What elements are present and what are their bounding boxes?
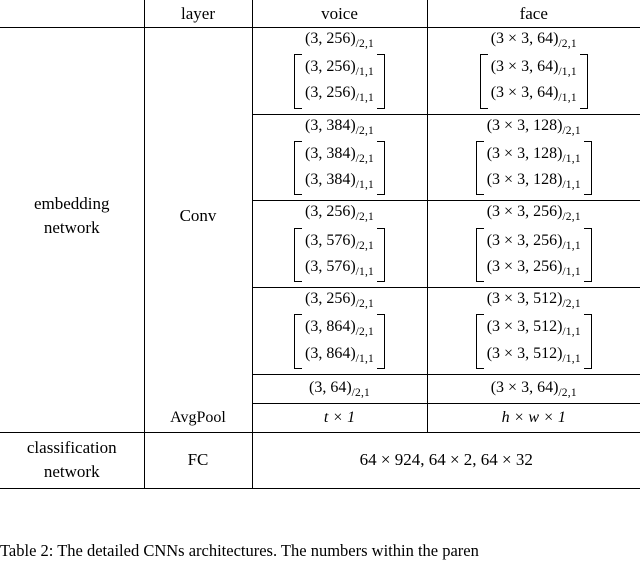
- conv-block-3-face: (3 × 3, 256)/2,1 (3 × 3, 256)/1,1 (3 × 3…: [426, 200, 640, 289]
- conv-block-1-voice-head: (3, 256)/2,1: [304, 30, 375, 51]
- table-row-avgpool: AvgPool t × 1 h × w × 1: [0, 403, 640, 433]
- conv-block-2-face-stack: (3 × 3, 128)/1,1 (3 × 3, 128)/1,1: [475, 140, 592, 197]
- group-spacer-embedding: [0, 403, 144, 433]
- bracket-left-icon: [293, 227, 302, 283]
- group-label-classification: classification network: [0, 432, 144, 489]
- conv-block-3-voice-head: (3, 256)/2,1: [304, 203, 375, 224]
- group-label-embedding-line1: embedding: [33, 193, 110, 213]
- conv-block-1-voice-stack: (3, 256)/1,1 (3, 256)/1,1: [293, 53, 386, 110]
- bracket-right-icon: [583, 140, 592, 196]
- conv-block-4-voice-stack: (3, 864)/2,1 (3, 864)/1,1: [293, 313, 386, 370]
- group-label-embedding-line2: network: [43, 217, 100, 237]
- layer-label-avgpool: AvgPool: [143, 403, 252, 433]
- layer-label-fc: FC: [143, 432, 252, 489]
- conv-block-2-voice-stack: (3, 384)/2,1 (3, 384)/1,1: [293, 140, 386, 197]
- conv-block-4-voice: (3, 256)/2,1 (3, 864)/2,1 (3, 864)/1,1: [251, 287, 427, 375]
- conv-block-4-voice-head: (3, 256)/2,1: [304, 290, 375, 311]
- conv-last-voice: (3, 64)/2,1: [251, 374, 427, 404]
- bracket-right-icon: [583, 227, 592, 283]
- layer-label-conv: Conv: [143, 27, 252, 404]
- conv-block-2-voice-head: (3, 384)/2,1: [304, 116, 375, 137]
- group-label-classification-line1: classification: [26, 438, 117, 458]
- bracket-right-icon: [377, 227, 386, 283]
- avgpool-face: h × w × 1: [426, 403, 640, 433]
- bracket-left-icon: [293, 54, 302, 109]
- conv-block-1-face-head: (3 × 3, 64)/2,1: [490, 30, 577, 51]
- figure-page: layer voice face embedding network Conv …: [0, 0, 640, 563]
- table-row: embedding network Conv (3, 256)/2,1 (3, …: [0, 27, 640, 404]
- header-layer: layer: [143, 0, 252, 28]
- conv-block-3-face-stack: (3 × 3, 256)/1,1 (3 × 3, 256)/1,1: [475, 227, 592, 284]
- bracket-right-icon: [579, 54, 588, 109]
- bracket-right-icon: [377, 54, 386, 109]
- conv-block-3-voice: (3, 256)/2,1 (3, 576)/2,1 (3, 576)/1,1: [251, 200, 427, 289]
- conv-block-1-face-stack: (3 × 3, 64)/1,1 (3 × 3, 64)/1,1: [479, 53, 588, 110]
- conv-block-2-voice: (3, 384)/2,1 (3, 384)/2,1 (3, 384)/1,1: [251, 114, 427, 202]
- bracket-left-icon: [479, 54, 488, 109]
- conv-block-3-voice-stack: (3, 576)/2,1 (3, 576)/1,1: [293, 227, 386, 284]
- conv-block-3-face-head: (3 × 3, 256)/2,1: [486, 203, 581, 224]
- conv-block-4-face-stack: (3 × 3, 512)/1,1 (3 × 3, 512)/1,1: [475, 313, 592, 370]
- conv-block-4-face-head: (3 × 3, 512)/2,1: [486, 290, 581, 311]
- header-voice: voice: [251, 0, 427, 28]
- table-caption: Table 2: The detailed CNNs architectures…: [0, 541, 479, 560]
- table-header-row: layer voice face: [0, 0, 640, 28]
- bracket-left-icon: [293, 140, 302, 196]
- bracket-right-icon: [377, 314, 386, 369]
- bracket-right-icon: [583, 314, 592, 369]
- conv-block-2-face: (3 × 3, 128)/2,1 (3 × 3, 128)/1,1 (3 × 3…: [426, 114, 640, 202]
- avgpool-voice: t × 1: [251, 403, 427, 433]
- conv-block-4-face: (3 × 3, 512)/2,1 (3 × 3, 512)/1,1 (3 × 3…: [426, 287, 640, 375]
- fc-value: 64 × 924, 64 × 2, 64 × 32: [251, 432, 640, 489]
- bracket-left-icon: [475, 314, 484, 369]
- table-row-fc: classification network FC 64 × 924, 64 ×…: [0, 432, 640, 489]
- group-label-classification-line2: network: [43, 462, 100, 482]
- bracket-left-icon: [475, 140, 484, 196]
- conv-block-2-face-head: (3 × 3, 128)/2,1: [486, 116, 581, 137]
- bracket-left-icon: [475, 227, 484, 283]
- conv-last-face: (3 × 3, 64)/2,1: [426, 374, 640, 404]
- header-face: face: [426, 0, 640, 28]
- conv-block-1-face: (3 × 3, 64)/2,1 (3 × 3, 64)/1,1 (3 × 3, …: [426, 27, 640, 115]
- conv-block-1-voice: (3, 256)/2,1 (3, 256)/1,1 (3, 256)/1,1: [251, 27, 427, 115]
- group-label-embedding: embedding network: [0, 28, 144, 404]
- architecture-table: layer voice face embedding network Conv …: [0, 0, 640, 489]
- bracket-right-icon: [377, 140, 386, 196]
- bracket-left-icon: [293, 314, 302, 369]
- header-group-blank: [0, 0, 144, 28]
